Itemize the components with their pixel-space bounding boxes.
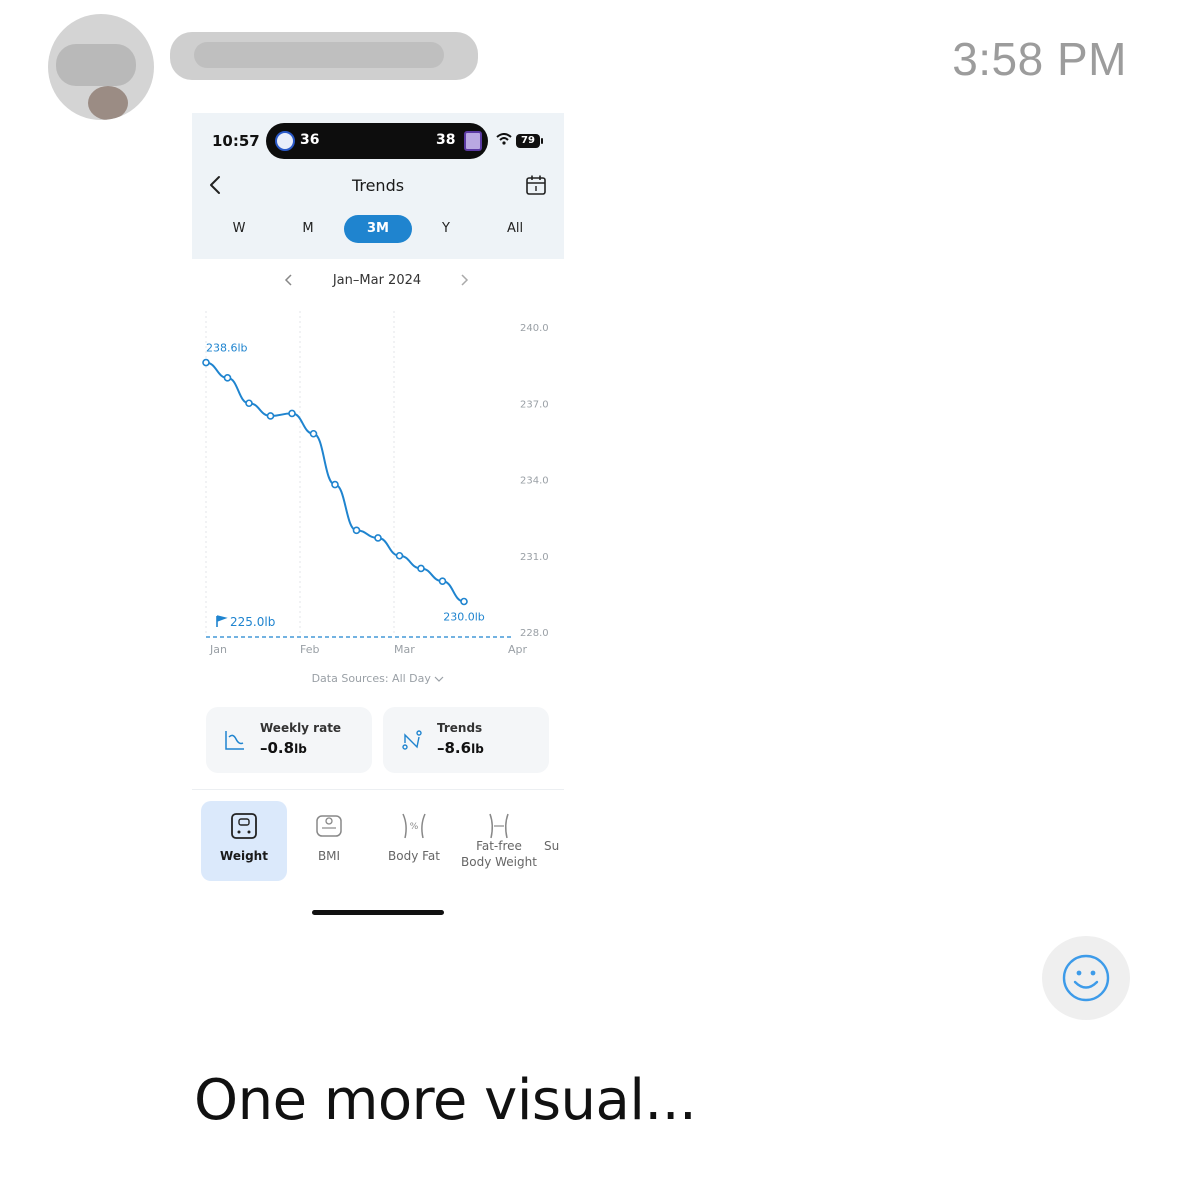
tab-bmi[interactable]: BMI <box>286 801 372 881</box>
score-home: 36 <box>300 132 320 148</box>
y-tick-label: 240.0 <box>520 323 549 334</box>
score-away: 38 <box>436 132 456 148</box>
unit-label: lb <box>471 742 484 756</box>
tab-label-line2: Body Weight <box>461 855 537 869</box>
end-value-label: 230.0lb <box>443 611 485 624</box>
page-title: Trends <box>351 176 405 195</box>
date-range-label: Jan–Mar 2024 <box>332 273 422 288</box>
divider <box>192 789 564 790</box>
x-tick-label: Mar <box>394 643 415 656</box>
unit-label: lb <box>294 742 307 756</box>
chevron-down-icon <box>434 676 444 682</box>
weight-trend-chart[interactable]: 240.0 237.0 234.0 231.0 228.0 Jan Feb Mar Apr 2… <box>192 303 564 663</box>
data-sources-label: Data Sources: All Day <box>311 672 431 685</box>
dynamic-island-score: 36 38 <box>266 123 488 159</box>
tab-all[interactable]: All <box>495 215 535 243</box>
data-point <box>460 597 468 606</box>
next-range-icon[interactable] <box>459 273 469 287</box>
data-point <box>288 409 296 418</box>
flag-icon <box>216 615 228 627</box>
y-tick-label: 231.0 <box>520 552 549 563</box>
data-point <box>266 412 275 420</box>
data-point <box>331 480 339 489</box>
trend-path-icon <box>402 730 422 750</box>
previous-range-icon[interactable] <box>284 273 294 287</box>
team-logo-icon <box>275 131 295 151</box>
scale-icon <box>231 813 257 839</box>
rate-chart-icon <box>225 731 244 750</box>
card-value: –0.8lb <box>260 739 307 757</box>
tab-year[interactable]: Y <box>433 215 459 243</box>
tab-more[interactable]: Su <box>536 801 564 881</box>
message-caption: One more visual... <box>194 1068 697 1133</box>
goal-label: 225.0lb <box>230 615 275 629</box>
avatar-blur <box>88 86 128 120</box>
tab-label: BMI <box>317 849 341 863</box>
data-point <box>202 358 210 367</box>
data-point <box>417 564 425 573</box>
data-point <box>352 526 361 535</box>
trends-value: –8.6 <box>437 739 472 757</box>
card-label: Weekly rate <box>260 721 342 735</box>
card-label: Trends <box>437 721 483 735</box>
sender-name-redacted <box>170 32 478 80</box>
start-value-label: 238.6lb <box>206 342 248 355</box>
wifi-icon <box>496 133 512 145</box>
data-point <box>309 429 318 438</box>
tab-3-months[interactable]: 3M <box>344 215 412 243</box>
reaction-button[interactable] <box>1042 936 1130 1020</box>
fat-free-body-icon <box>489 813 509 839</box>
body-fat-icon: % <box>402 813 426 839</box>
tab-label: Weight <box>220 849 268 863</box>
x-tick-label: Apr <box>508 643 528 656</box>
battery-icon: 79 <box>516 134 543 148</box>
data-point <box>374 534 382 542</box>
calendar-icon[interactable] <box>525 174 547 196</box>
shared-screenshot[interactable]: 10:57 36 38 79 Trends W M 3M Y All Jan–M… <box>192 113 564 923</box>
tab-label-line1: Fat-free <box>476 839 522 853</box>
weekly-rate-card[interactable]: Weekly rate –0.8lb <box>206 707 372 773</box>
data-point <box>223 374 232 382</box>
trends-card[interactable]: Trends –8.6lb <box>383 707 549 773</box>
bmi-scale-icon <box>316 815 342 837</box>
smiley-icon <box>1062 954 1110 1002</box>
tab-label: Su <box>544 839 560 853</box>
period-tabs: W M 3M Y All <box>212 215 552 245</box>
avatar-blur <box>56 44 136 86</box>
x-tick-label: Feb <box>300 643 319 656</box>
tab-month[interactable]: M <box>295 215 321 243</box>
card-value: –8.6lb <box>437 739 484 757</box>
sender-avatar[interactable] <box>48 14 154 120</box>
svg-text:%: % <box>410 822 419 832</box>
y-tick-label: 237.0 <box>520 399 549 410</box>
tab-week[interactable]: W <box>226 215 252 243</box>
tab-body-fat[interactable]: % Body Fat <box>371 801 457 881</box>
tab-fat-free-body-weight[interactable]: Fat-free Body Weight <box>456 801 542 881</box>
data-point <box>438 577 447 585</box>
y-tick-label: 228.0 <box>520 628 549 639</box>
status-time: 10:57 <box>212 132 260 150</box>
home-indicator <box>312 910 444 915</box>
tab-weight[interactable]: Weight <box>201 801 287 881</box>
data-sources-dropdown[interactable]: Data Sources: All Day <box>192 672 564 685</box>
y-tick-label: 234.0 <box>520 476 549 487</box>
x-tick-label: Jan <box>209 643 227 656</box>
team-logo-icon <box>464 131 482 151</box>
tab-label: Body Fat <box>388 849 440 863</box>
weekly-rate-value: –0.8 <box>260 739 295 757</box>
data-point <box>395 551 404 560</box>
message-time: 3:58 PM <box>952 33 1127 85</box>
data-point <box>245 399 253 408</box>
